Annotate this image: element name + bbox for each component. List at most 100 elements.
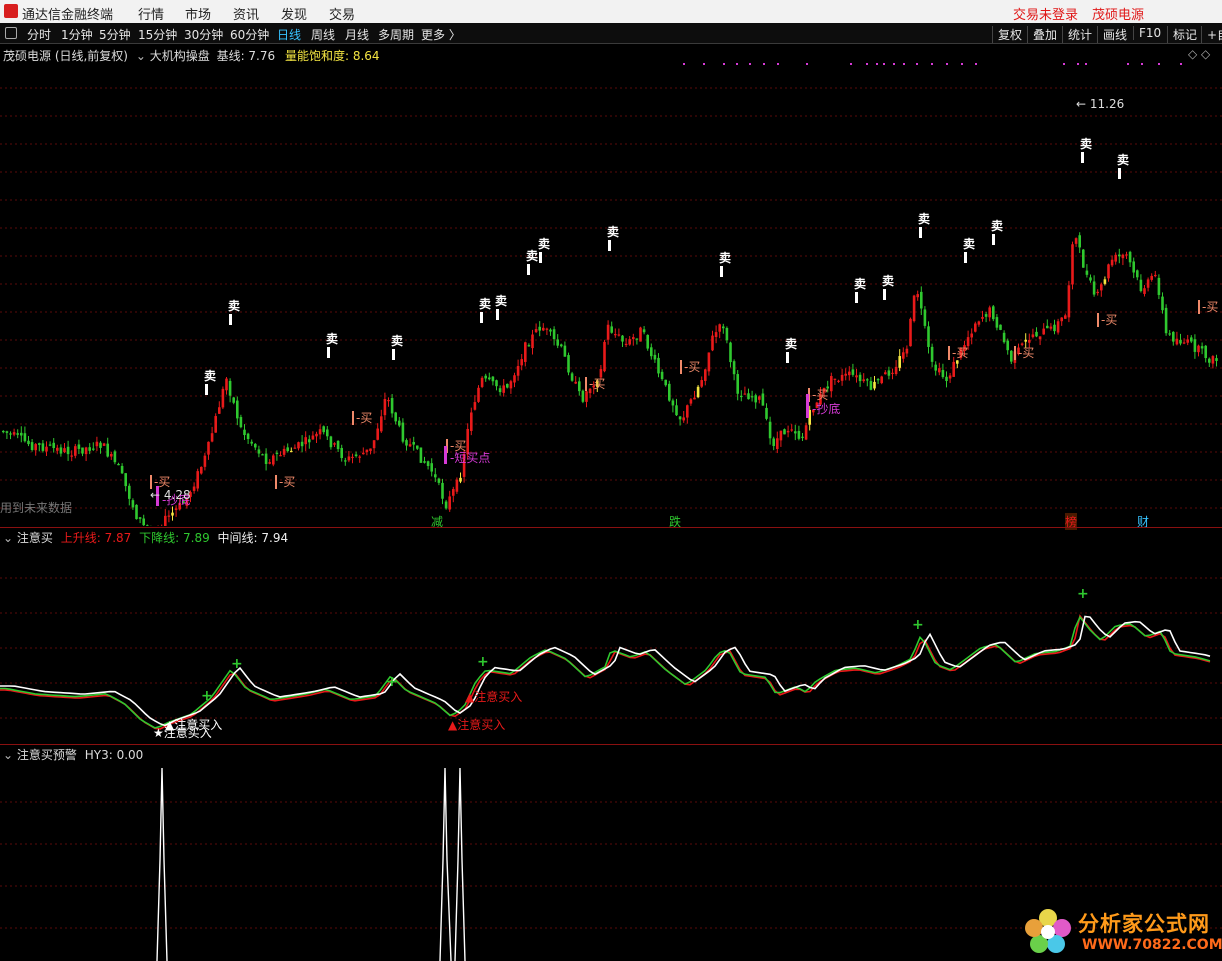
- candle-body: [902, 352, 905, 359]
- candle-body: [866, 379, 869, 381]
- candle-body: [747, 393, 750, 400]
- candle-body: [63, 448, 66, 453]
- candle-body: [801, 436, 804, 438]
- candle-body: [704, 369, 707, 381]
- panel-divider[interactable]: [0, 527, 1222, 528]
- period-5min[interactable]: 5分钟: [99, 26, 131, 43]
- green-cross-marker: +: [201, 688, 213, 704]
- period-monthly[interactable]: 月线: [345, 26, 369, 43]
- buy-tick: [948, 346, 950, 360]
- tool-mark[interactable]: 标记: [1167, 26, 1197, 43]
- candle-body: [365, 449, 369, 453]
- candle-body: [549, 329, 552, 332]
- candle-body: [675, 405, 678, 416]
- sell-signal-label: 卖: [991, 218, 1003, 233]
- period-more[interactable]: 更多 〉: [421, 26, 461, 43]
- panel-settings-icon[interactable]: ◇ ◇: [1188, 47, 1210, 61]
- candle-body: [711, 335, 714, 351]
- candle-body: [1100, 284, 1103, 291]
- candle-body: [333, 443, 336, 445]
- period-multi[interactable]: 多周期: [378, 26, 414, 43]
- candle-body: [196, 471, 199, 489]
- sub1-chart[interactable]: ▲注意买入 ▲注意买入▲注意买入★注意买入++++++: [0, 543, 1222, 743]
- candle-body: [999, 324, 1002, 330]
- buy-signal-label: -买: [684, 360, 700, 374]
- candle-body: [560, 344, 563, 347]
- period-intraday[interactable]: 分时: [27, 26, 51, 43]
- top-dot-marker: [777, 63, 779, 65]
- candle-body: [1092, 281, 1096, 295]
- candle-body: [1128, 251, 1132, 263]
- period-daily[interactable]: 日线: [277, 26, 301, 43]
- candle-body: [794, 431, 797, 434]
- tool-custom[interactable]: +自: [1201, 26, 1222, 43]
- candle-body: [729, 342, 732, 363]
- candle-body: [920, 291, 923, 309]
- candle-body: [617, 334, 621, 336]
- buy-tick: [150, 475, 152, 489]
- menu-market[interactable]: 市场: [185, 4, 211, 23]
- menu-trade[interactable]: 交易: [329, 4, 355, 23]
- login-status[interactable]: 交易未登录: [1013, 4, 1078, 23]
- menu-discover[interactable]: 发现: [281, 4, 307, 23]
- candle-body: [1211, 356, 1215, 364]
- candle-body: [833, 378, 837, 380]
- candle-body: [336, 440, 340, 450]
- candle-body: [290, 450, 293, 453]
- candle-body: [851, 369, 855, 375]
- menu-news[interactable]: 资讯: [233, 4, 259, 23]
- top-dot-marker: [893, 63, 895, 65]
- candle-body: [686, 405, 689, 418]
- candle-body: [1010, 350, 1013, 362]
- candle-body: [840, 374, 844, 381]
- bottom-signal-label: -抄底: [812, 401, 840, 416]
- candle-body: [1118, 254, 1121, 257]
- panel-divider-2[interactable]: [0, 744, 1222, 745]
- candle-body: [210, 433, 214, 442]
- candle-body: [135, 504, 138, 520]
- candle-body: [416, 445, 419, 449]
- candle-body: [1049, 326, 1053, 329]
- candle-body: [1175, 338, 1179, 345]
- candle-body: [437, 478, 441, 483]
- alert-spike-1: [156, 767, 168, 961]
- candle-body: [1060, 317, 1063, 322]
- low-price-label: ← 4.28: [150, 488, 191, 502]
- period-weekly[interactable]: 周线: [311, 26, 335, 43]
- candle-body: [16, 433, 19, 435]
- menu-quotes[interactable]: 行情: [138, 4, 164, 23]
- candle-body: [358, 456, 361, 458]
- tool-overlay[interactable]: 叠加: [1027, 26, 1057, 43]
- sell-signal-label: 卖: [526, 248, 538, 263]
- candle-body: [426, 461, 430, 467]
- period-1min[interactable]: 1分钟: [61, 26, 93, 43]
- top-dot-marker: [763, 63, 765, 65]
- candle-body: [113, 451, 117, 463]
- candle-body: [131, 500, 135, 508]
- candle-body: [1197, 345, 1200, 353]
- candle-body: [1186, 339, 1189, 343]
- candle-body: [484, 375, 487, 379]
- period-30min[interactable]: 30分钟: [184, 26, 223, 43]
- candle-body: [984, 314, 988, 317]
- candle-body: [326, 429, 329, 437]
- toolbar-toggle-icon[interactable]: [5, 27, 17, 39]
- period-15min[interactable]: 15分钟: [138, 26, 177, 43]
- top-dot-marker: [946, 63, 948, 65]
- tool-draw[interactable]: 画线: [1097, 26, 1127, 43]
- top-dot-marker: [683, 63, 685, 65]
- candle-body: [362, 452, 365, 455]
- tool-stats[interactable]: 统计: [1062, 26, 1092, 43]
- candle-body: [542, 327, 545, 331]
- kline-chart[interactable]: 卖卖卖 卖卖 卖卖卖卖卖卖卖 卖卖卖卖卖卖-买 -买-买-买-买-买-买-买 -买-买-买…: [0, 60, 1222, 526]
- candle-body: [977, 321, 981, 325]
- candle-body: [232, 397, 235, 403]
- candle-body: [423, 461, 426, 463]
- tool-adjust[interactable]: 复权: [992, 26, 1022, 43]
- candle-body: [1031, 334, 1035, 338]
- top-dot-marker: [916, 63, 918, 65]
- tool-f10[interactable]: F10: [1133, 26, 1161, 40]
- period-60min[interactable]: 60分钟: [230, 26, 269, 43]
- candle-body: [1161, 296, 1164, 311]
- top-dot-marker: [703, 63, 705, 65]
